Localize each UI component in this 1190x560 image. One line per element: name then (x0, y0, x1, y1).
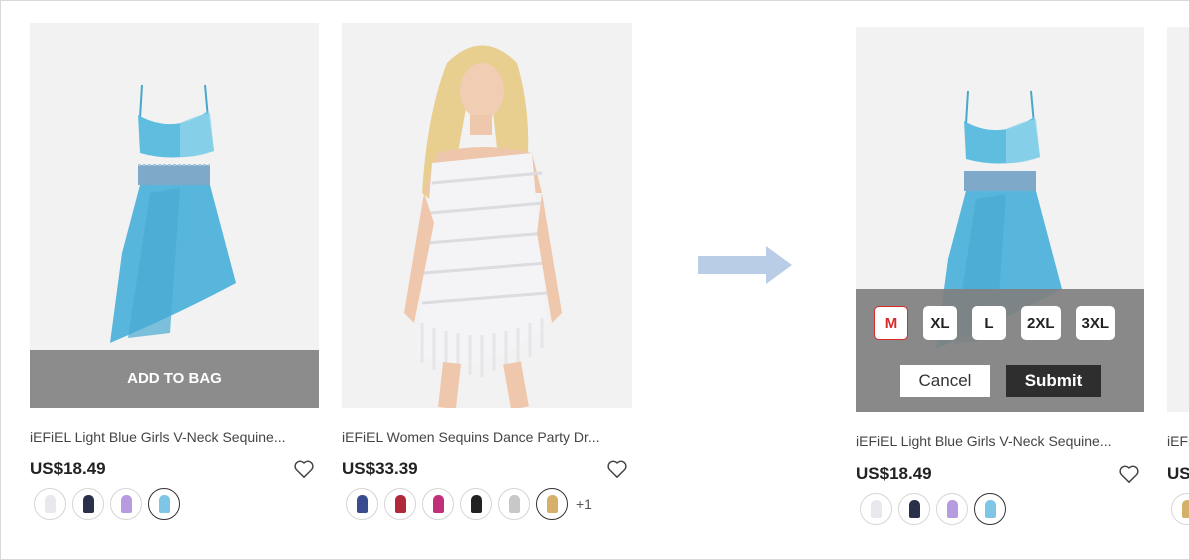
add-to-bag-button[interactable]: ADD TO BAG (30, 350, 319, 408)
swatch-dress-icon (158, 495, 170, 513)
color-swatch[interactable] (974, 493, 1006, 525)
size-option-l[interactable]: L (972, 306, 1006, 340)
color-swatch[interactable] (110, 488, 142, 520)
size-options: M XL L 2XL 3XL (874, 306, 1116, 340)
size-option-3xl[interactable]: 3XL (1075, 306, 1116, 340)
product-title[interactable]: iEFiEL Light Blue Girls V-Neck Sequine..… (856, 433, 1144, 449)
wishlist-heart-icon[interactable] (293, 459, 315, 479)
product-price: US$18.49 (856, 464, 932, 483)
swatch-dress-icon (908, 500, 920, 518)
more-colors-count[interactable]: +1 (576, 496, 592, 512)
product-price: US$33.39 (342, 459, 418, 478)
product-image[interactable] (342, 23, 632, 408)
swatch-dress-icon (120, 495, 132, 513)
product-image[interactable]: M XL L 2XL 3XL Cancel Submit (856, 27, 1144, 412)
color-swatch[interactable] (860, 493, 892, 525)
product-card-size-select[interactable]: M XL L 2XL 3XL Cancel Submit iEFiEL Ligh… (856, 27, 1144, 527)
product-title[interactable]: iEFi (1167, 433, 1189, 449)
swatch-dress-icon (508, 495, 520, 513)
right-arrow-icon (698, 246, 792, 284)
color-swatch[interactable] (72, 488, 104, 520)
white-fringe-dress-image (404, 45, 562, 408)
product-image[interactable]: ADD TO BAG (30, 23, 319, 408)
swatch-dress-icon (870, 500, 882, 518)
color-swatches: +1 (346, 488, 592, 520)
color-swatch[interactable] (1171, 493, 1189, 525)
swatch-dress-icon (984, 500, 996, 518)
color-swatches (34, 488, 180, 520)
product-card-1[interactable]: ADD TO BAG iEFiEL Light Blue Girls V-Nec… (30, 23, 319, 523)
color-swatch[interactable] (384, 488, 416, 520)
color-swatch[interactable] (346, 488, 378, 520)
product-card-2[interactable]: iEFiEL Women Sequins Dance Party Dr... U… (342, 23, 632, 523)
product-image[interactable] (1167, 27, 1189, 412)
swatch-dress-icon (44, 495, 56, 513)
swatch-dress-icon (394, 495, 406, 513)
swatch-dress-icon (1181, 500, 1189, 518)
swatch-dress-icon (470, 495, 482, 513)
product-title[interactable]: iEFiEL Women Sequins Dance Party Dr... (342, 429, 632, 445)
color-swatch[interactable] (148, 488, 180, 520)
swatch-dress-icon (432, 495, 444, 513)
size-option-xl[interactable]: XL (923, 306, 957, 340)
swatch-dress-icon (946, 500, 958, 518)
swatch-dress-icon (82, 495, 94, 513)
submit-button[interactable]: Submit (1006, 365, 1101, 397)
color-swatch[interactable] (898, 493, 930, 525)
size-selection-panel: M XL L 2XL 3XL Cancel Submit (856, 289, 1144, 412)
product-title[interactable]: iEFiEL Light Blue Girls V-Neck Sequine..… (30, 429, 319, 445)
product-price: US (1167, 464, 1189, 483)
size-option-m[interactable]: M (874, 306, 908, 340)
color-swatches (860, 493, 1006, 525)
wishlist-heart-icon[interactable] (606, 459, 628, 479)
color-swatch[interactable] (498, 488, 530, 520)
product-price: US$18.49 (30, 459, 106, 478)
swatch-dress-icon (356, 495, 368, 513)
color-swatch[interactable] (460, 488, 492, 520)
wishlist-heart-icon[interactable] (1118, 464, 1140, 484)
color-swatch[interactable] (34, 488, 66, 520)
size-option-2xl[interactable]: 2XL (1021, 306, 1061, 340)
swatch-dress-icon (546, 495, 558, 513)
cancel-button[interactable]: Cancel (900, 365, 990, 397)
color-swatch[interactable] (422, 488, 454, 520)
product-card-partial[interactable]: iEFi US (1167, 27, 1189, 527)
color-swatch[interactable] (936, 493, 968, 525)
color-swatch[interactable] (536, 488, 568, 520)
